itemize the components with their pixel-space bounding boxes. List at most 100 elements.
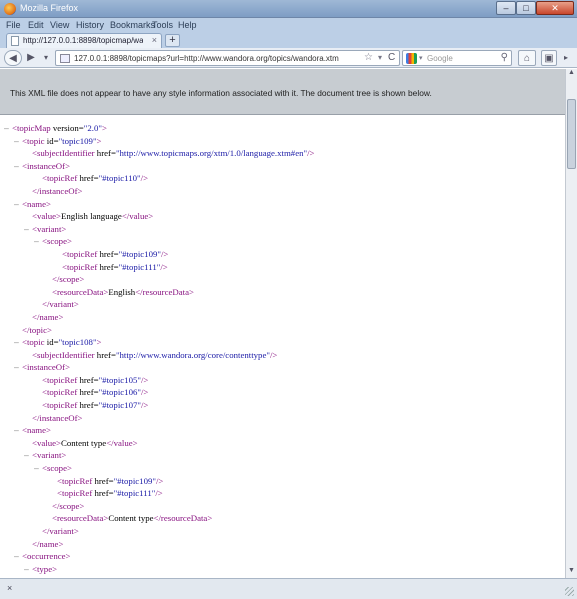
fold-toggle-icon[interactable]: – (14, 337, 22, 350)
menu-bookmarks[interactable]: Bookmarks (110, 20, 155, 30)
scroll-down-icon[interactable]: ▼ (566, 567, 577, 578)
xml-line: <topicRef href="#topic105"/> (4, 374, 315, 387)
status-close-icon[interactable]: × (7, 583, 12, 593)
xml-tag: <resourceData> (52, 513, 109, 524)
xml-tag: </instanceOf> (32, 412, 83, 423)
xml-attr-value: "topic109" (58, 135, 97, 146)
xml-line: – <variant> (4, 449, 315, 462)
xml-line: – <instanceOf> (4, 160, 315, 173)
xml-tag: <scope> (42, 236, 72, 247)
fold-toggle-icon[interactable]: – (14, 425, 22, 438)
xml-tree: – <topicMap version="2.0"> – <topic id="top… (4, 122, 315, 575)
menu-file[interactable]: File (6, 20, 21, 30)
xml-line: – <topic id="topic108"> (4, 336, 315, 349)
menu-tools[interactable]: Tools (152, 20, 173, 30)
xml-line: – <variant> (4, 223, 315, 236)
site-identity-icon[interactable] (60, 54, 70, 63)
fold-toggle-icon[interactable]: – (24, 224, 32, 237)
xml-tag-end: /> (160, 261, 168, 272)
fold-toggle-icon[interactable]: – (34, 463, 42, 476)
fold-toggle-icon[interactable]: – (4, 123, 12, 136)
toolbar-overflow-icon[interactable]: ▸ (560, 50, 572, 66)
back-button[interactable]: ◀ (4, 50, 22, 66)
fold-toggle-icon[interactable]: – (24, 564, 32, 577)
xml-attr-name: href= (94, 148, 116, 159)
search-input[interactable]: Google (427, 54, 453, 63)
xml-attr-value: "http://www.wandora.org/core/contenttype… (115, 349, 270, 360)
xml-line: – <instanceOf> (4, 361, 315, 374)
fold-toggle-icon[interactable]: – (34, 236, 42, 249)
menu-view[interactable]: View (50, 20, 69, 30)
fold-toggle-icon[interactable]: – (14, 362, 22, 375)
search-icon[interactable]: ⚲ (501, 52, 508, 63)
fold-toggle-icon[interactable]: – (14, 161, 22, 174)
xml-tag: </variant> (42, 526, 79, 536)
xml-tag: <value> (32, 437, 61, 448)
xml-line: – <type> (4, 563, 315, 576)
reload-icon[interactable]: C (388, 52, 395, 63)
xml-tag: <resourceData> (52, 286, 109, 297)
xml-tag: </topic> (22, 324, 52, 335)
xml-close-tag: </value> (106, 437, 138, 448)
menu-help[interactable]: Help (178, 20, 197, 30)
fold-toggle-icon[interactable]: – (14, 199, 22, 212)
xml-info-text: This XML file does not appear to have an… (10, 88, 432, 98)
xml-attr-value: "#topic111" (118, 261, 161, 272)
xml-attr-value: "topic108" (58, 337, 97, 348)
resize-grip[interactable] (565, 587, 574, 596)
addon-button[interactable]: ▣ (541, 50, 557, 66)
xml-line: <topicRef href="#topic106"/> (4, 386, 315, 399)
url-text[interactable]: 127.0.0.1:8898/topicmaps?url=http://www.… (74, 54, 354, 63)
url-bar[interactable]: 127.0.0.1:8898/topicmaps?url=http://www.… (55, 50, 400, 66)
xml-tag-end: /> (307, 148, 315, 159)
scroll-thumb[interactable] (567, 99, 576, 169)
fold-toggle-icon[interactable]: – (24, 450, 32, 463)
xml-attr-name: id= (44, 135, 59, 146)
xml-tag: </variant> (42, 299, 79, 310)
xml-attr-value: "#topic106" (98, 387, 141, 398)
xml-line: <subjectIdentifier href="http://www.wand… (4, 349, 315, 362)
maximize-button[interactable]: □ (516, 1, 536, 15)
minimize-button[interactable]: – (496, 1, 516, 15)
search-bar[interactable]: ▾ Google ⚲ (402, 50, 512, 66)
xml-attr-value: "#topic110" (98, 173, 141, 184)
bookmark-star-icon[interactable]: ☆ (364, 52, 373, 63)
xml-attr-value: "#topic109" (118, 248, 161, 259)
fold-toggle-icon[interactable]: – (14, 136, 22, 149)
xml-tag-end: /> (155, 488, 163, 499)
xml-line: </variant> (4, 298, 315, 311)
xml-tag: <name> (22, 198, 51, 209)
xml-tag: <type> (32, 563, 58, 574)
tab-close-icon[interactable]: × (152, 35, 157, 45)
xml-attr-value: "#topic109" (113, 475, 156, 486)
firefox-icon[interactable] (4, 3, 16, 15)
fold-toggle-icon[interactable]: – (14, 551, 22, 564)
xml-tag: <name> (22, 425, 51, 436)
forward-button[interactable]: ▶ (24, 50, 38, 66)
home-button[interactable]: ⌂ (518, 50, 536, 66)
menu-edit[interactable]: Edit (28, 20, 44, 30)
xml-attr-value: "http://www.topicmaps.org/xtm/1.0/langua… (115, 148, 308, 159)
close-button[interactable]: ✕ (536, 1, 574, 15)
xml-line: <topicRef href="#topic110"/> (4, 172, 315, 185)
xml-tag: </scope> (52, 274, 85, 285)
xml-line: <value>Content type</value> (4, 437, 315, 450)
xml-line: <topicRef href="#topic111"/> (4, 261, 315, 274)
scroll-up-icon[interactable]: ▲ (566, 69, 577, 80)
history-dropdown-icon[interactable]: ▾ (40, 50, 52, 66)
tab-active[interactable]: http://127.0.0.1:8898/topicmap/wandora.x… (6, 33, 162, 48)
xml-tag: <variant> (32, 450, 67, 461)
xml-tag: <topicRef (42, 387, 78, 398)
menu-history[interactable]: History (76, 20, 104, 30)
xml-tag: <topic (22, 337, 45, 348)
vertical-scrollbar[interactable]: ▲ ▼ (565, 69, 577, 578)
xml-attr-name: version= (50, 123, 84, 133)
xml-tag: </scope> (52, 500, 85, 511)
xml-tag-end: /> (140, 387, 149, 398)
google-icon[interactable] (406, 53, 417, 64)
search-engine-dropdown-icon[interactable]: ▾ (419, 54, 423, 62)
url-dropdown-icon[interactable]: ▾ (378, 53, 382, 62)
xml-attr-name: href= (77, 173, 99, 184)
xml-line: </name> (4, 538, 315, 551)
new-tab-button[interactable]: + (165, 34, 180, 47)
